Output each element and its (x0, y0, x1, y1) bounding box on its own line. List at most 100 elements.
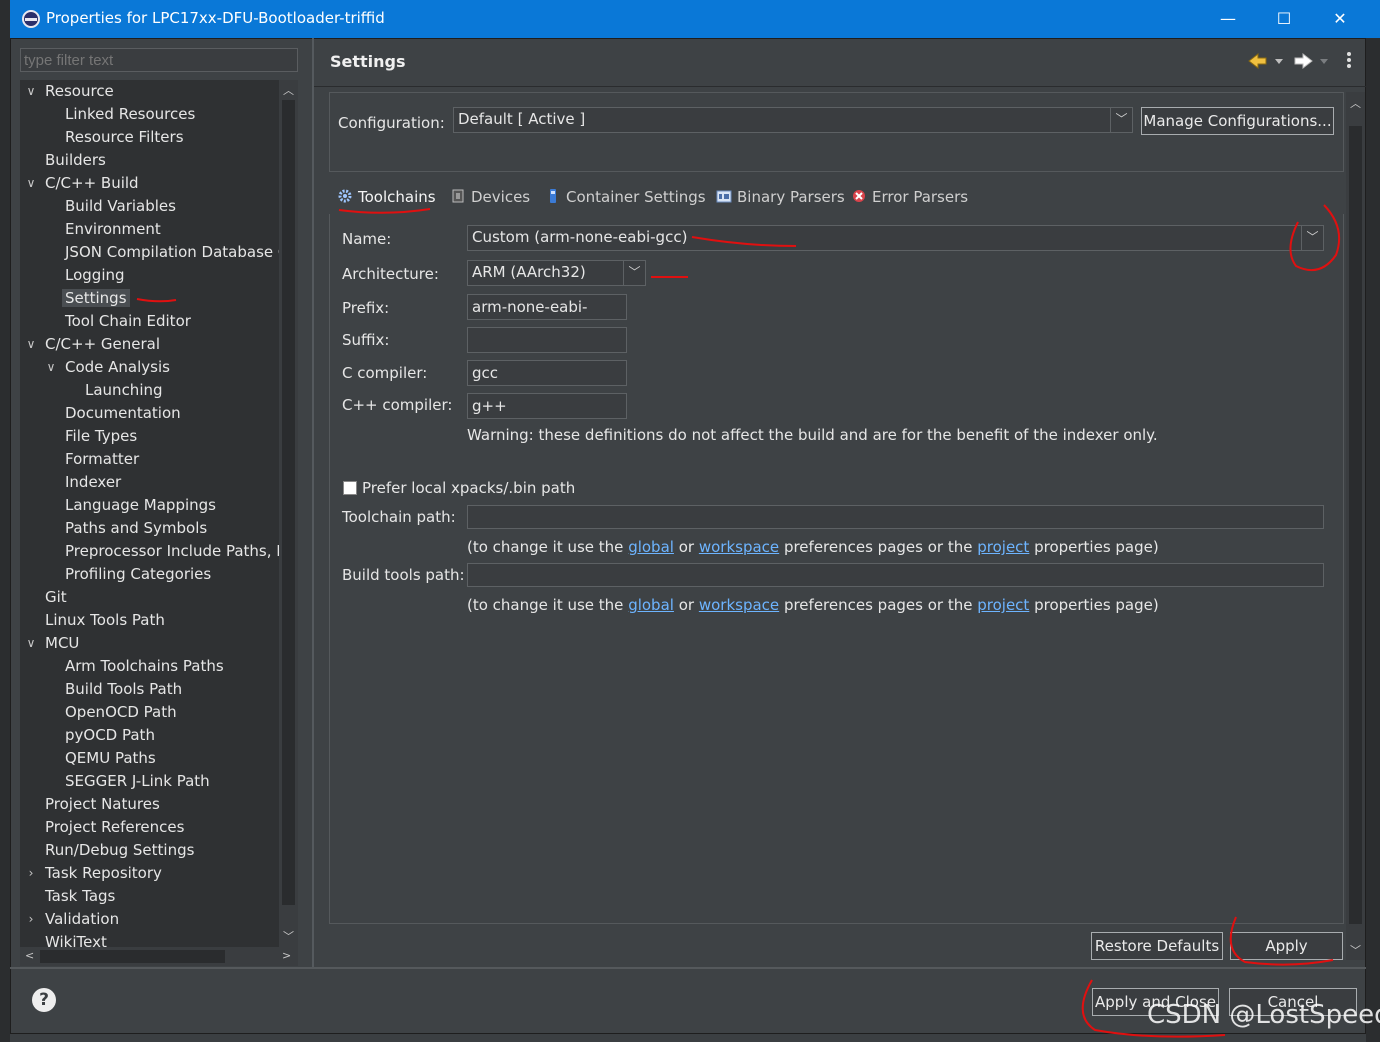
prefix-input[interactable] (467, 294, 627, 320)
tree-item[interactable]: Settings (62, 287, 130, 310)
global-link[interactable]: global (628, 538, 674, 556)
tab-container-settings[interactable]: Container Settings (545, 188, 706, 206)
chevron-down-icon[interactable]: ∨ (25, 333, 37, 356)
tree-item-label: Environment (65, 220, 161, 238)
tree-item[interactable]: Task Tags (45, 885, 115, 908)
content-vertical-scrollbar[interactable]: ︿ ﹀ (1346, 92, 1365, 960)
restore-defaults-button[interactable]: Restore Defaults (1091, 932, 1223, 960)
chevron-down-icon[interactable]: ﹀ (1110, 108, 1132, 132)
tab-toolchains[interactable]: Toolchains (337, 188, 436, 206)
tree-item[interactable]: pyOCD Path (65, 724, 155, 747)
build-tools-path-field (467, 563, 1324, 587)
tree-item[interactable]: Tool Chain Editor (65, 310, 191, 333)
configuration-combo[interactable]: Default [ Active ] ﹀ (453, 107, 1133, 133)
tree-item[interactable]: Environment (65, 218, 161, 241)
close-button[interactable]: ✕ (1312, 0, 1368, 38)
suffix-input[interactable] (467, 327, 627, 353)
tab-bar: Toolchains Devices Container Settings Bi… (329, 180, 1344, 214)
tree-item[interactable]: JSON Compilation Database G (65, 241, 279, 264)
chevron-down-icon[interactable]: ﹀ (623, 261, 645, 285)
tree-item[interactable]: File Types (65, 425, 137, 448)
scroll-up-icon[interactable]: ︿ (1350, 95, 1361, 111)
minimize-button[interactable]: — (1200, 0, 1256, 38)
tree-item[interactable]: Run/Debug Settings (45, 839, 194, 862)
scrollbar-thumb[interactable] (282, 100, 295, 905)
tree-item[interactable]: Build Variables (65, 195, 176, 218)
tree-item[interactable]: Preprocessor Include Paths, M (65, 540, 279, 563)
tree-item-label: Project Natures (45, 795, 160, 813)
tree-item[interactable]: ∨ Resource (27, 80, 114, 103)
tree-item[interactable]: ∨ C/C++ Build (27, 172, 139, 195)
project-link[interactable]: project (977, 596, 1029, 614)
tree-horizontal-scrollbar[interactable]: < > (20, 947, 298, 966)
workspace-link[interactable]: workspace (699, 596, 779, 614)
scroll-right-icon[interactable]: > (282, 949, 291, 962)
chevron-down-icon[interactable]: ∨ (25, 172, 37, 195)
tree-item[interactable]: Project Natures (45, 793, 160, 816)
tree-item[interactable]: Logging (65, 264, 125, 287)
prefer-local-checkbox[interactable] (343, 481, 357, 495)
tree-item-label: Tool Chain Editor (65, 312, 191, 330)
tree-item[interactable]: › Task Repository (29, 862, 162, 885)
scroll-left-icon[interactable]: < (25, 949, 34, 962)
tab-binary-parsers[interactable]: Binary Parsers (716, 188, 845, 206)
tree-item[interactable]: Language Mappings (65, 494, 216, 517)
tree-item[interactable]: Formatter (65, 448, 139, 471)
watermark: CSDN @LostSpeed (1147, 1000, 1380, 1030)
tree-item[interactable]: Build Tools Path (65, 678, 182, 701)
tab-error-parsers[interactable]: Error Parsers (851, 188, 968, 206)
scrollbar-thumb[interactable] (1349, 126, 1362, 924)
background-window-edge (0, 0, 10, 1042)
tree-item-label: Run/Debug Settings (45, 841, 195, 859)
tree-item[interactable]: OpenOCD Path (65, 701, 177, 724)
scrollbar-thumb[interactable] (40, 950, 225, 963)
tree-item[interactable]: ∨ C/C++ General (27, 333, 160, 356)
apply-button[interactable]: Apply (1230, 932, 1343, 960)
project-link[interactable]: project (977, 538, 1029, 556)
architecture-combo[interactable]: ARM (AArch32) ﹀ (467, 260, 646, 286)
tab-devices[interactable]: Devices (450, 188, 530, 206)
scroll-down-icon[interactable]: ﹀ (1350, 942, 1361, 958)
tree-item[interactable]: SEGGER J-Link Path (65, 770, 210, 793)
tree-item[interactable]: Linked Resources (65, 103, 195, 126)
cpp-compiler-input[interactable] (467, 393, 627, 419)
tree-item[interactable]: WikiText (45, 931, 107, 947)
tree-item-label: pyOCD Path (65, 726, 155, 744)
chevron-down-icon[interactable]: ∨ (25, 80, 37, 103)
maximize-button[interactable]: ☐ (1256, 0, 1312, 38)
filter-input[interactable] (20, 48, 298, 72)
tree-item[interactable]: Indexer (65, 471, 121, 494)
tree-item[interactable]: Linux Tools Path (45, 609, 165, 632)
tree-item[interactable]: Builders (45, 149, 106, 172)
workspace-link[interactable]: workspace (699, 538, 779, 556)
tree-item[interactable]: Launching (85, 379, 163, 402)
tree-vertical-scrollbar[interactable]: ︿ ﹀ (279, 80, 298, 947)
tree-item[interactable]: Profiling Categories (65, 563, 211, 586)
tree-item[interactable]: ∨ Code Analysis (47, 356, 170, 379)
tree-item[interactable]: Resource Filters (65, 126, 184, 149)
splitter[interactable] (312, 38, 314, 968)
tree-item[interactable]: Git (45, 586, 67, 609)
chevron-down-icon[interactable]: ∨ (25, 632, 37, 655)
tree-item[interactable]: Documentation (65, 402, 181, 425)
chevron-down-icon[interactable]: ﹀ (1301, 226, 1323, 250)
scroll-down-icon[interactable]: ﹀ (283, 928, 294, 944)
c-compiler-input[interactable] (467, 360, 627, 386)
tree-item[interactable]: Paths and Symbols (65, 517, 207, 540)
manage-configurations-button[interactable]: Manage Configurations... (1141, 107, 1334, 135)
chevron-right-icon[interactable]: › (25, 862, 37, 885)
tree-item[interactable]: Project References (45, 816, 184, 839)
tree-item[interactable]: Arm Toolchains Paths (65, 655, 224, 678)
scroll-up-icon[interactable]: ︿ (283, 82, 294, 98)
tree-item[interactable]: › Validation (29, 908, 119, 931)
help-icon[interactable]: ? (32, 988, 56, 1012)
tree-item-label: Logging (65, 266, 125, 284)
toolchain-name-combo[interactable]: Custom (arm-none-eabi-gcc) ﹀ (467, 225, 1324, 251)
chevron-down-icon[interactable]: ∨ (45, 356, 57, 379)
build-tools-path-label: Build tools path: (342, 566, 465, 584)
chevron-right-icon[interactable]: › (25, 908, 37, 931)
tree-item[interactable]: QEMU Paths (65, 747, 156, 770)
global-link[interactable]: global (628, 596, 674, 614)
tree-item[interactable]: ∨ MCU (27, 632, 80, 655)
name-label: Name: (342, 230, 392, 248)
